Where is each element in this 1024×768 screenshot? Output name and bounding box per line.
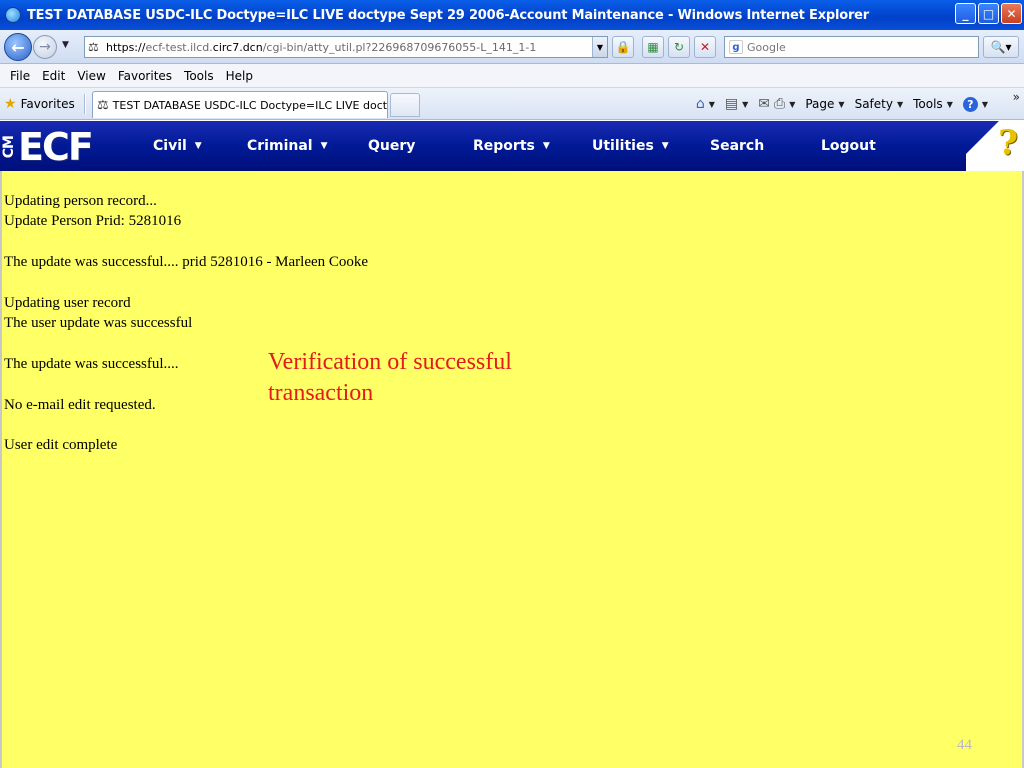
status-line: The user update was successful <box>4 315 193 331</box>
search-placeholder: Google <box>747 40 786 54</box>
recent-pages-dropdown[interactable]: ▼ <box>62 40 69 50</box>
nav-utilities[interactable]: Utilities ▼ <box>592 121 669 171</box>
status-line: Updating user record <box>4 295 131 311</box>
ecf-logo-word: ECF <box>18 125 94 169</box>
lock-icon[interactable]: 🔒 <box>612 36 634 58</box>
stop-icon[interactable]: ✕ <box>694 36 716 58</box>
question-mark-icon: ? <box>998 123 1018 163</box>
menu-edit[interactable]: Edit <box>36 69 71 83</box>
ecf-help-button[interactable]: ? <box>966 121 1024 171</box>
help-icon[interactable]: ? <box>962 96 978 112</box>
window-title: TEST DATABASE USDC-ILC Doctype=ILC LIVE … <box>27 7 870 23</box>
favorites-label: Favorites <box>20 97 75 111</box>
menu-bar: File Edit View Favorites Tools Help <box>0 64 1024 88</box>
refresh-icon[interactable]: ↻ <box>668 36 690 58</box>
nav-criminal[interactable]: Criminal ▼ <box>247 121 328 171</box>
status-line: No e-mail edit requested. <box>4 397 156 413</box>
more-chevron-icon[interactable]: » <box>1013 90 1020 104</box>
menu-help[interactable]: Help <box>220 69 259 83</box>
minimize-button[interactable]: _ <box>955 3 976 24</box>
nav-reports[interactable]: Reports ▼ <box>473 121 550 171</box>
chevron-down-icon: ▼ <box>320 141 328 151</box>
tab-title: TEST DATABASE USDC-ILC Doctype=ILC LIVE … <box>112 98 388 112</box>
print-dropdown[interactable]: ▼ <box>789 100 795 109</box>
print-icon[interactable]: ⎙ <box>774 96 785 112</box>
url-text: https://ecf-test.ilcd.circ7.dcn/cgi-bin/… <box>106 40 537 54</box>
browser-tab-active[interactable]: ⚖ TEST DATABASE USDC-ILC Doctype=ILC LIV… <box>92 91 388 118</box>
nav-query[interactable]: Query <box>368 121 415 171</box>
new-tab-button[interactable] <box>390 93 420 117</box>
close-button[interactable]: ✕ <box>1001 3 1022 24</box>
google-icon: g <box>729 40 743 54</box>
status-line: The update was successful.... <box>4 356 179 372</box>
tools-dropdown[interactable]: ▼ <box>947 100 953 109</box>
toolbar-separator <box>84 94 86 114</box>
safety-menu[interactable]: Safety <box>855 97 893 111</box>
menu-file[interactable]: File <box>4 69 36 83</box>
command-bar: ⌂ ▼ ▤ ▼ ✉ ⎙ ▼ Page ▼ Safety ▼ Tools ▼ ? … <box>696 94 994 114</box>
home-dropdown[interactable]: ▼ <box>709 100 715 109</box>
feeds-icon[interactable]: ▤ <box>725 96 738 112</box>
page-dropdown[interactable]: ▼ <box>838 100 844 109</box>
nav-civil[interactable]: Civil ▼ <box>153 121 202 171</box>
help-dropdown[interactable]: ▼ <box>982 100 988 109</box>
tools-menu[interactable]: Tools <box>913 97 943 111</box>
search-go-button[interactable]: 🔍▾ <box>983 36 1019 58</box>
back-button[interactable]: ← <box>4 33 32 61</box>
menu-favorites[interactable]: Favorites <box>112 69 178 83</box>
maximize-button[interactable]: □ <box>978 3 999 24</box>
page-content: Updating person record... Update Person … <box>0 171 1024 768</box>
scales-favicon-icon: ⚖ <box>88 40 99 54</box>
address-toolbar: ← → ▼ ⚖ https://ecf-test.ilcd.circ7.dcn/… <box>0 30 1024 64</box>
status-line: User edit complete <box>4 437 118 453</box>
search-input[interactable]: g Google <box>724 36 979 58</box>
ecf-logo: CM ECF <box>1 125 94 169</box>
address-dropdown[interactable]: ▼ <box>592 37 607 57</box>
forward-button[interactable]: → <box>33 35 57 59</box>
star-icon: ★ <box>4 96 17 112</box>
annotation-callout: Verification of successful transaction <box>268 349 512 406</box>
scales-favicon-icon: ⚖ <box>97 97 109 113</box>
favorites-button[interactable]: ★ Favorites <box>4 94 75 114</box>
ecf-header: CM ECF Civil ▼ Criminal ▼ Query Reports ▼ U… <box>0 121 1024 171</box>
window-title-bar: TEST DATABASE USDC-ILC Doctype=ILC LIVE … <box>0 0 1024 30</box>
window-controls: _ □ ✕ <box>955 3 1022 24</box>
home-icon[interactable]: ⌂ <box>696 96 705 112</box>
nav-logout[interactable]: Logout <box>821 121 876 171</box>
status-line: Update Person Prid: 5281016 <box>4 213 182 229</box>
ecf-logo-cm: CM <box>1 135 17 159</box>
menu-tools[interactable]: Tools <box>178 69 220 83</box>
safety-dropdown[interactable]: ▼ <box>897 100 903 109</box>
address-input[interactable]: ⚖ https://ecf-test.ilcd.circ7.dcn/cgi-bi… <box>84 36 608 58</box>
mail-icon[interactable]: ✉ <box>758 96 770 112</box>
page-menu[interactable]: Page <box>805 97 834 111</box>
menu-view[interactable]: View <box>71 69 111 83</box>
compatibility-view-icon[interactable]: ▦ <box>642 36 664 58</box>
chevron-down-icon: ▼ <box>194 141 202 151</box>
chevron-down-icon: ▼ <box>542 141 550 151</box>
slide-page-number: 44 <box>957 737 972 753</box>
nav-search[interactable]: Search <box>710 121 764 171</box>
chevron-down-icon: ▼ <box>661 141 669 151</box>
feeds-dropdown[interactable]: ▼ <box>742 100 748 109</box>
status-line: The update was successful.... prid 52810… <box>4 254 369 270</box>
status-line: Updating person record... <box>4 193 157 209</box>
favorites-bar: ★ Favorites ⚖ TEST DATABASE USDC-ILC Doc… <box>0 88 1024 120</box>
ie-logo-icon <box>5 7 21 23</box>
